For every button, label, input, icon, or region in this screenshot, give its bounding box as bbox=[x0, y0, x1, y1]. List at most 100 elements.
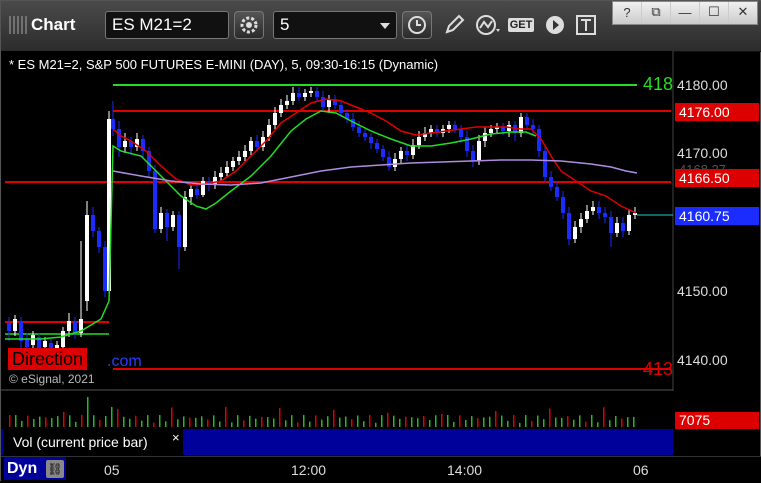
app-title-label: Chart bbox=[31, 15, 76, 34]
candle-body bbox=[189, 189, 193, 197]
volume-bar bbox=[279, 407, 281, 427]
settings-gear-icon[interactable] bbox=[234, 11, 264, 39]
maximize-icon[interactable]: ☐ bbox=[700, 2, 728, 22]
volume-bar bbox=[537, 415, 539, 427]
candle-body bbox=[621, 223, 625, 231]
candle-body bbox=[321, 97, 325, 107]
volume-value-tag: 7075 bbox=[675, 412, 759, 429]
price-axis-label: 4170.00 bbox=[677, 145, 728, 161]
candle-body bbox=[483, 133, 487, 141]
price-axis-label: 4180.00 bbox=[677, 77, 728, 93]
candle-body bbox=[243, 151, 247, 157]
volume-bar bbox=[501, 415, 503, 427]
pencil-draw-icon[interactable] bbox=[439, 11, 469, 39]
volume-bar bbox=[579, 415, 581, 427]
volume-bar bbox=[285, 420, 287, 427]
volume-bar bbox=[561, 417, 563, 427]
volume-bar bbox=[213, 415, 215, 427]
volume-bar bbox=[393, 415, 395, 427]
volume-bar bbox=[567, 416, 569, 427]
volume-bar bbox=[465, 419, 467, 427]
play-icon[interactable] bbox=[540, 11, 570, 39]
com-label: .com bbox=[107, 353, 142, 370]
volume-bar bbox=[609, 420, 611, 427]
symbol-combo[interactable]: ES M21=2 bbox=[105, 11, 229, 39]
volume-bar bbox=[129, 418, 131, 427]
close-icon[interactable]: × bbox=[172, 430, 180, 445]
price-chart[interactable] bbox=[1, 51, 761, 391]
volume-legend-label[interactable]: Vol (current price bar) bbox=[3, 429, 183, 455]
volume-bar bbox=[435, 415, 437, 427]
study-chart-icon[interactable] bbox=[473, 11, 503, 39]
candle-body bbox=[171, 215, 175, 227]
volume-bar bbox=[93, 415, 95, 427]
candle-body bbox=[255, 141, 259, 147]
volume-bar bbox=[411, 417, 413, 427]
get-data-button[interactable]: GET bbox=[506, 11, 536, 39]
candle-body bbox=[387, 157, 391, 167]
candle-body bbox=[183, 197, 187, 247]
window-controls: ? ⧉ — ☐ ✕ bbox=[612, 1, 758, 25]
help-icon[interactable]: ? bbox=[613, 2, 641, 22]
volume-bar bbox=[255, 418, 257, 427]
candle-body bbox=[555, 187, 559, 197]
candle-body bbox=[91, 215, 95, 231]
candle-body bbox=[19, 321, 23, 341]
volume-bar bbox=[201, 416, 203, 427]
volume-bar bbox=[357, 415, 359, 427]
candle-body bbox=[13, 319, 17, 331]
text-tool-icon[interactable] bbox=[571, 11, 601, 39]
volume-bar bbox=[63, 411, 65, 427]
volume-bar bbox=[321, 419, 323, 427]
volume-histogram[interactable] bbox=[1, 393, 673, 429]
candle-body bbox=[627, 215, 631, 231]
chart-window: Chart ES M21=2 5 GET ? ⧉ — ☐ ✕ * ES M21=… bbox=[0, 0, 761, 483]
price-tag-last: 4160.75 bbox=[675, 207, 759, 225]
volume-bar bbox=[111, 407, 113, 427]
candle-body bbox=[177, 215, 181, 247]
candle-body bbox=[447, 125, 451, 129]
candle-body bbox=[103, 247, 107, 291]
volume-bar bbox=[615, 415, 617, 427]
candle-body bbox=[97, 231, 101, 247]
minimize-icon[interactable]: — bbox=[671, 2, 699, 22]
close-icon[interactable]: ✕ bbox=[729, 2, 757, 22]
volume-bar bbox=[495, 410, 497, 427]
volume-bar bbox=[363, 421, 365, 427]
volume-bar bbox=[429, 420, 431, 427]
app-title[interactable]: Chart bbox=[9, 15, 75, 35]
candle-body bbox=[123, 141, 127, 147]
candle-body bbox=[585, 211, 589, 219]
candle-body bbox=[375, 143, 379, 149]
volume-bar bbox=[405, 416, 407, 427]
symbol-value: ES M21=2 bbox=[112, 15, 192, 34]
volume-bar bbox=[489, 416, 491, 427]
candle-body bbox=[363, 133, 367, 137]
volume-bar bbox=[471, 416, 473, 427]
candle-body bbox=[417, 137, 421, 145]
candle-body bbox=[381, 149, 385, 157]
direction-label: Direction bbox=[8, 348, 88, 370]
volume-bar bbox=[369, 415, 371, 427]
candle-body bbox=[219, 173, 223, 177]
volume-bar bbox=[33, 419, 35, 427]
volume-bar bbox=[441, 414, 443, 427]
volume-bar bbox=[459, 415, 461, 427]
volume-bar bbox=[189, 417, 191, 427]
volume-bar bbox=[273, 418, 275, 427]
volume-bar bbox=[453, 421, 455, 427]
price-axis-label: 4140.00 bbox=[677, 352, 728, 368]
time-label: 14:00 bbox=[447, 462, 483, 478]
candle-body bbox=[339, 105, 343, 113]
candle-body bbox=[309, 91, 313, 93]
restore-icon[interactable]: ⧉ bbox=[642, 2, 670, 22]
candle-body bbox=[399, 151, 403, 159]
interval-combo[interactable]: 5 bbox=[273, 11, 397, 39]
candle-body bbox=[195, 189, 199, 195]
volume-bar bbox=[483, 417, 485, 427]
clock-icon[interactable] bbox=[402, 11, 432, 39]
volume-bar bbox=[117, 409, 119, 427]
volume-bar bbox=[417, 418, 419, 427]
volume-bar bbox=[165, 421, 167, 427]
link-icon[interactable]: ⛓ bbox=[46, 460, 64, 478]
